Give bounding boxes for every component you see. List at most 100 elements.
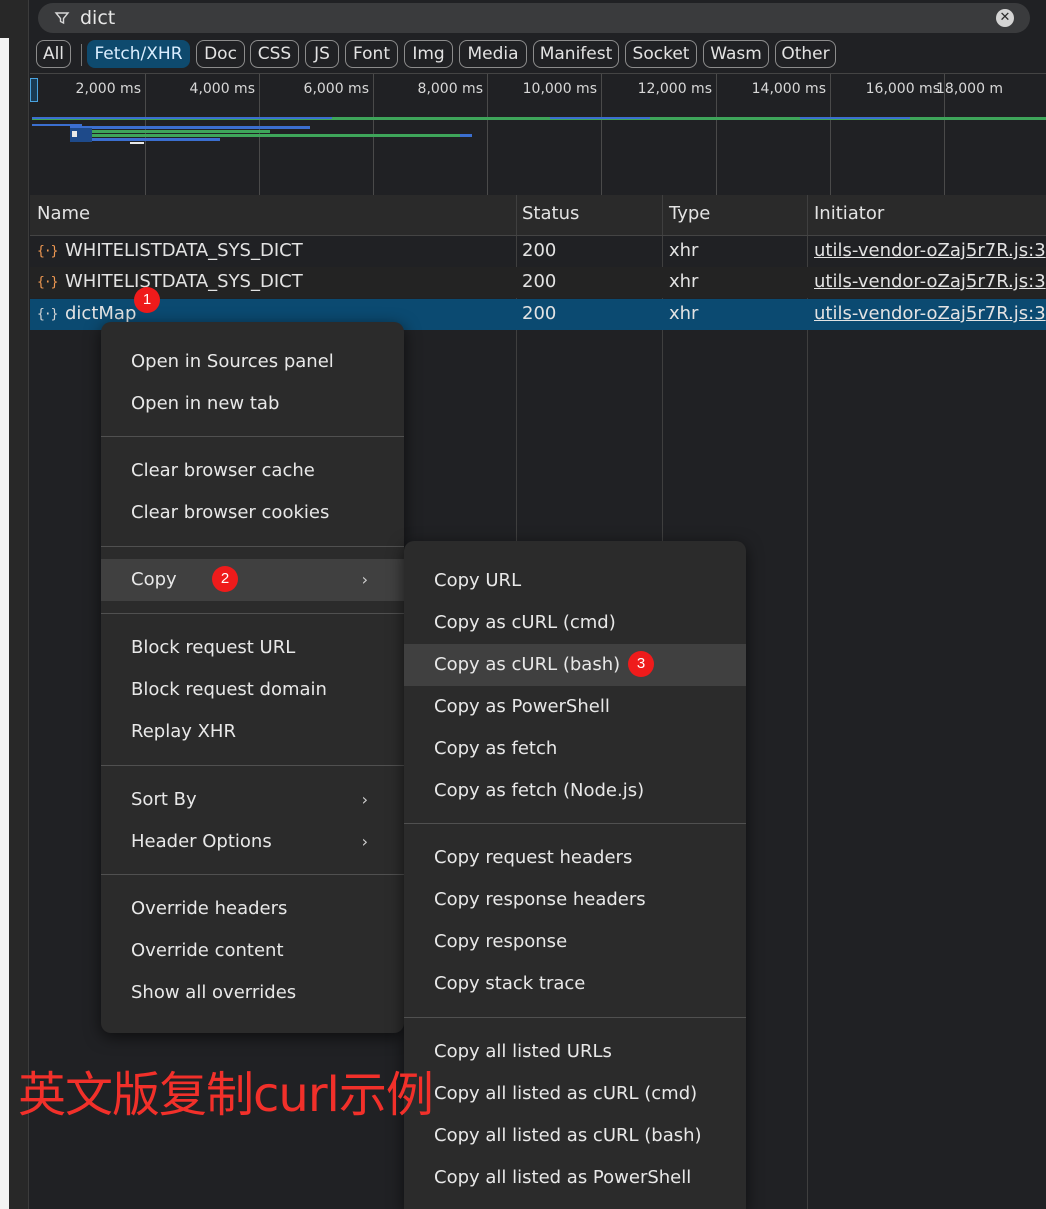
menu-item-replay-xhr[interactable]: Replay XHR (101, 711, 404, 753)
filter-value: dict (80, 7, 116, 29)
menu-separator (101, 765, 404, 766)
menu-item-header-options[interactable]: Header Options › (101, 821, 404, 863)
timeline-tick-label: 6,000 ms (303, 81, 369, 97)
filter-input[interactable]: dict ✕ (38, 3, 1030, 33)
chevron-right-icon: › (361, 832, 368, 851)
menu-item-override-headers[interactable]: Override headers (101, 888, 404, 930)
divider (28, 0, 29, 1209)
xhr-icon: {·} (37, 307, 58, 322)
menu-item-sort-by-label: Sort By (131, 789, 197, 810)
chip-divider (81, 44, 82, 66)
menu-item-copy-response-headers[interactable]: Copy response headers (404, 879, 746, 921)
chip-all[interactable]: All (36, 40, 71, 68)
menu-item-open-new-tab[interactable]: Open in new tab (101, 383, 404, 425)
initiator-link[interactable]: utils-vendor-oZaj5r7R.js:3 (814, 240, 1046, 261)
menu-item-header-options-label: Header Options (131, 831, 272, 852)
menu-item-copy-fetch[interactable]: Copy as fetch (404, 728, 746, 770)
timeline-tick-label: 18,000 m (936, 81, 1004, 97)
column-header-initiator[interactable]: Initiator (814, 203, 884, 224)
chip-doc[interactable]: Doc (196, 40, 245, 68)
left-page-area (0, 38, 9, 1209)
column-header-status[interactable]: Status (522, 203, 579, 224)
menu-item-clear-cache[interactable]: Clear browser cache (101, 450, 404, 492)
menu-item-clear-cookies[interactable]: Clear browser cookies (101, 492, 404, 534)
chip-media[interactable]: Media (459, 40, 527, 68)
menu-item-copy-label: Copy (131, 569, 177, 590)
chip-fetch-xhr[interactable]: Fetch/XHR (87, 40, 190, 68)
menu-item-copy-all-curl-cmd[interactable]: Copy all listed as cURL (cmd) (404, 1073, 746, 1115)
column-header-type[interactable]: Type (669, 203, 710, 224)
menu-item-show-overrides[interactable]: Show all overrides (101, 972, 404, 1014)
table-row[interactable]: {·} WHITELISTDATA_SYS_DICT 200 xhr utils… (30, 267, 1046, 298)
xhr-icon: {·} (37, 244, 58, 259)
menu-item-copy-powershell[interactable]: Copy as PowerShell (404, 686, 746, 728)
column-header-name[interactable]: Name (37, 203, 90, 224)
request-name: dictMap (65, 303, 137, 324)
table-header: Name Status Type Initiator (30, 195, 1046, 236)
chip-socket[interactable]: Socket (625, 40, 697, 68)
step-badge-3: 3 (628, 651, 654, 677)
menu-item-copy-all-curl-bash[interactable]: Copy all listed as cURL (bash) (404, 1115, 746, 1157)
menu-separator (101, 436, 404, 437)
column-divider (807, 195, 808, 1209)
menu-item-copy-url[interactable]: Copy URL (404, 560, 746, 602)
chevron-right-icon: › (361, 790, 368, 809)
chip-manifest[interactable]: Manifest (533, 40, 619, 68)
menu-item-copy-stack-trace[interactable]: Copy stack trace (404, 963, 746, 1005)
chip-js[interactable]: JS (305, 40, 339, 68)
menu-item-copy-response[interactable]: Copy response (404, 921, 746, 963)
chip-wasm[interactable]: Wasm (703, 40, 769, 68)
menu-item-override-content[interactable]: Override content (101, 930, 404, 972)
menu-item-copy-curl-cmd[interactable]: Copy as cURL (cmd) (404, 602, 746, 644)
timeline-bars (32, 117, 1046, 144)
column-divider (516, 195, 517, 235)
menu-separator (404, 1017, 746, 1018)
timeline-tick-label: 4,000 ms (189, 81, 255, 97)
chevron-right-icon: › (361, 570, 368, 589)
initiator-link[interactable]: utils-vendor-oZaj5r7R.js:3 (814, 303, 1046, 324)
annotation-caption: 英文版复制curl示例 (18, 1067, 434, 1123)
timeline-tick-label: 2,000 ms (75, 81, 141, 97)
menu-separator (404, 823, 746, 824)
timeline-tick-label: 16,000 ms (865, 81, 940, 97)
request-type: xhr (669, 240, 699, 261)
menu-item-copy-all-urls[interactable]: Copy all listed URLs (404, 1031, 746, 1073)
copy-submenu: Copy URL Copy as cURL (cmd) Copy as cURL… (404, 541, 746, 1209)
request-type: xhr (669, 303, 699, 324)
menu-separator (101, 546, 404, 547)
menu-item-block-url[interactable]: Block request URL (101, 627, 404, 669)
request-type: xhr (669, 271, 699, 292)
context-menu: Open in Sources panel Open in new tab Cl… (101, 322, 404, 1033)
column-divider (807, 195, 808, 235)
chip-font[interactable]: Font (345, 40, 398, 68)
request-name: WHITELISTDATA_SYS_DICT (65, 271, 303, 292)
menu-separator (101, 613, 404, 614)
timeline-tick-label: 12,000 ms (637, 81, 712, 97)
menu-item-open-sources[interactable]: Open in Sources panel (101, 341, 404, 383)
chip-img[interactable]: Img (404, 40, 453, 68)
menu-item-copy-fetch-node[interactable]: Copy as fetch (Node.js) (404, 770, 746, 812)
menu-item-copy[interactable]: Copy › (101, 559, 404, 601)
timeline-tick-label: 10,000 ms (522, 81, 597, 97)
menu-item-copy-all-powershell[interactable]: Copy all listed as PowerShell (404, 1157, 746, 1199)
xhr-icon: {·} (37, 275, 58, 290)
request-status: 200 (522, 271, 557, 292)
menu-item-copy-request-headers[interactable]: Copy request headers (404, 837, 746, 879)
chip-other[interactable]: Other (775, 40, 836, 68)
step-badge-2: 2 (212, 566, 238, 592)
chip-css[interactable]: CSS (250, 40, 299, 68)
column-divider (662, 195, 663, 235)
initiator-link[interactable]: utils-vendor-oZaj5r7R.js:3 (814, 271, 1046, 292)
network-overview-timeline[interactable]: 2,000 ms 4,000 ms 6,000 ms 8,000 ms 10,0… (30, 73, 1046, 196)
timeline-tick-label: 14,000 ms (751, 81, 826, 97)
request-status: 200 (522, 240, 557, 261)
clear-filter-icon[interactable]: ✕ (996, 9, 1014, 27)
table-row[interactable]: {·} WHITELISTDATA_SYS_DICT 200 xhr utils… (30, 236, 1046, 267)
request-status: 200 (522, 303, 557, 324)
menu-item-block-domain[interactable]: Block request domain (101, 669, 404, 711)
left-panel-edge (0, 0, 29, 1209)
request-name: WHITELISTDATA_SYS_DICT (65, 240, 303, 261)
step-badge-1: 1 (134, 287, 160, 313)
menu-item-copy-curl-bash[interactable]: Copy as cURL (bash) (404, 644, 746, 686)
menu-item-sort-by[interactable]: Sort By › (101, 779, 404, 821)
